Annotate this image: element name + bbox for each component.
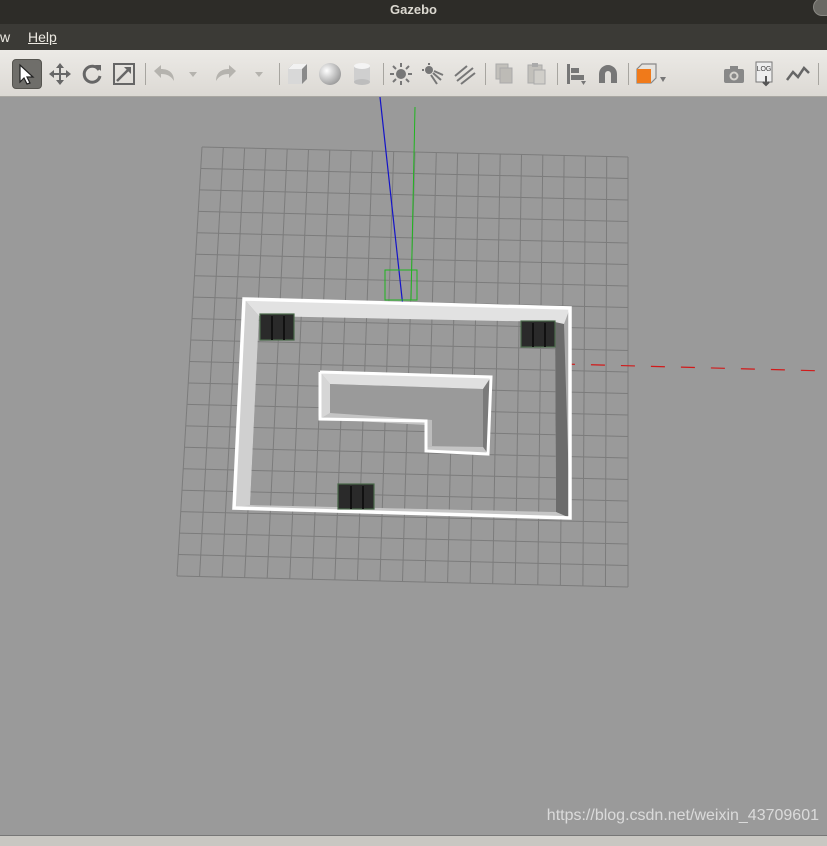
snap-button[interactable] — [595, 61, 621, 87]
directional-light-button[interactable] — [452, 61, 478, 87]
directional-light-icon — [454, 65, 476, 85]
toolbar-separator — [557, 63, 558, 85]
menu-help-label: Help — [28, 29, 57, 45]
align-icon — [567, 64, 586, 85]
point-light-button[interactable] — [388, 61, 414, 87]
obstacle-box-1[interactable] — [259, 313, 295, 341]
spot-light-icon — [422, 63, 444, 85]
undo-history-button[interactable] — [183, 61, 203, 87]
redo-history-button[interactable] — [249, 61, 269, 87]
undo-history-icon — [189, 72, 197, 77]
toolbar-separator — [383, 63, 384, 85]
window-control-button[interactable] — [813, 0, 827, 16]
change-view-icon — [636, 63, 666, 84]
align-button[interactable] — [563, 61, 589, 87]
select-mode-button[interactable] — [12, 59, 42, 89]
rotate-mode-button[interactable] — [79, 61, 105, 87]
status-bar — [0, 835, 827, 846]
cylinder-shape-button[interactable] — [349, 61, 375, 87]
window-title: Gazebo — [390, 2, 437, 17]
sphere-shape-icon — [319, 63, 341, 85]
log-button[interactable]: LOG — [752, 61, 778, 87]
redo-button[interactable] — [213, 61, 239, 87]
box-shape-button[interactable] — [284, 61, 310, 87]
watermark: https://blog.csdn.net/weixin_43709601 — [546, 807, 819, 824]
scene-viewport[interactable]: https://blog.csdn.net/weixin_43709601 — [0, 97, 827, 835]
undo-icon — [154, 65, 174, 81]
axis-y-line — [410, 106, 416, 301]
copy-icon — [495, 63, 513, 84]
toolbar-separator — [628, 63, 629, 85]
plot-icon — [786, 66, 810, 81]
translate-mode-icon — [49, 63, 71, 85]
plot-button[interactable] — [785, 61, 811, 87]
obstacle-box-3[interactable] — [337, 483, 375, 510]
point-light-icon — [390, 63, 412, 85]
toolbar-separator — [818, 63, 819, 85]
cylinder-shape-icon — [354, 63, 370, 85]
undo-button[interactable] — [151, 61, 177, 87]
toolbar-separator — [279, 63, 280, 85]
menu-help[interactable]: Help — [28, 28, 57, 46]
snap-icon — [599, 65, 617, 83]
title-bar: Gazebo — [0, 0, 827, 24]
screenshot-icon — [724, 66, 744, 83]
redo-icon — [216, 65, 236, 81]
toolbar: LOG — [0, 50, 827, 97]
rotate-mode-icon — [82, 64, 102, 84]
scale-mode-button[interactable] — [111, 61, 137, 87]
translate-mode-button[interactable] — [47, 61, 73, 87]
change-view-button[interactable] — [633, 61, 669, 87]
paste-icon — [527, 63, 546, 85]
menu-bar: w Help — [0, 24, 827, 50]
toolbar-separator — [145, 63, 146, 85]
box-shape-icon — [288, 64, 307, 84]
scale-mode-icon — [113, 63, 135, 85]
log-badge: LOG — [757, 66, 772, 73]
copy-button[interactable] — [491, 61, 517, 87]
redo-history-icon — [255, 72, 263, 77]
screenshot-button[interactable] — [721, 61, 747, 87]
sphere-shape-button[interactable] — [317, 61, 343, 87]
menu-view[interactable]: w — [0, 28, 10, 46]
select-mode-icon — [19, 63, 35, 85]
paste-button[interactable] — [523, 61, 549, 87]
obstacle-box-2[interactable] — [520, 320, 556, 348]
toolbar-separator — [485, 63, 486, 85]
log-icon: LOG — [755, 61, 773, 87]
spot-light-button[interactable] — [420, 61, 446, 87]
